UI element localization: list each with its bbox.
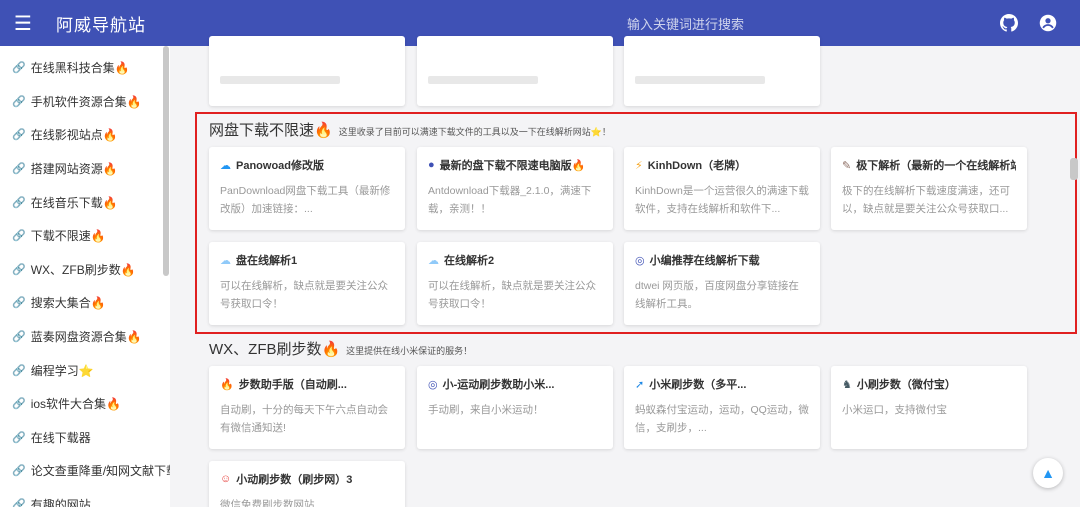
arrow-icon: ➚: [635, 378, 645, 391]
section-subtitle: 这里提供在线小米保证的服务！: [346, 346, 473, 356]
sidebar-item[interactable]: 🔗 搜索大集合🔥: [0, 286, 170, 320]
link-card[interactable]: ◎ 小-运动刷步数助小米... 手动刷，来自小米运动！: [417, 366, 613, 449]
link-card[interactable]: 🔥 步数助手版（自动刷... 自动刷，十分的每天下午六点自动会有微信通知送!: [209, 366, 405, 449]
smiley-icon: ☺: [220, 473, 232, 485]
link-icon: 🔗: [12, 499, 26, 507]
link-card[interactable]: [417, 36, 613, 106]
sidebar-item[interactable]: 🔗 在线音乐下载🔥: [0, 185, 170, 219]
card-title: 小动刷步数（刷步网）3: [236, 474, 353, 486]
card-title: 步数助手版（自动刷...: [238, 379, 347, 391]
sidebar-item-label: 在线黑科技合集🔥: [30, 61, 130, 76]
sidebar-item[interactable]: 🔗 在线影视站点🔥: [0, 118, 170, 152]
link-icon: 🔗: [12, 364, 26, 377]
chevron-up-icon: ▲: [1041, 465, 1055, 481]
sidebar-item-label: ios软件大合集🔥: [30, 397, 121, 412]
link-icon: 🔗: [12, 431, 26, 444]
link-card[interactable]: ➚ 小米刷步数（多平... 蚂蚁森付宝运动，运动，QQ运动，微信，支刷步，...: [624, 366, 820, 449]
link-icon: 🔗: [12, 129, 26, 142]
sidebar-scrollbar[interactable]: [163, 46, 169, 276]
sidebar-item[interactable]: 🔗 在线下载器: [0, 421, 170, 455]
link-icon: 🔗: [12, 196, 26, 209]
sidebar-item[interactable]: 🔗 蓝奏网盘资源合集🔥: [0, 320, 170, 354]
highlight-box: [195, 112, 1077, 334]
sidebar-item-label: 手机软件资源合集🔥: [30, 94, 142, 109]
sidebar-item-label: 在线下载器: [30, 430, 91, 445]
sidebar-item-label: 在线音乐下载🔥: [30, 195, 118, 210]
sidebar-item[interactable]: 🔗 在线黑科技合集🔥: [0, 51, 170, 85]
search-box[interactable]: [613, 10, 973, 38]
sidebar-item-label: 搭建网站资源🔥: [30, 162, 118, 177]
sidebar-item[interactable]: 🔗 搭建网站资源🔥: [0, 152, 170, 186]
sidebar-item-label: 蓝奏网盘资源合集🔥: [30, 330, 142, 345]
link-icon: 🔗: [12, 163, 26, 176]
sidebar-item[interactable]: 🔗 有趣的网站: [0, 488, 170, 507]
sidebar-item-label: 有趣的网站: [30, 498, 91, 507]
link-icon: 🔗: [12, 331, 26, 344]
sidebar-item[interactable]: 🔗 ios软件大合集🔥: [0, 387, 170, 421]
card-title: 小米刷步数（多平...: [649, 379, 747, 391]
menu-icon[interactable]: ☰: [0, 0, 46, 46]
site-title[interactable]: 阿威导航站: [56, 11, 146, 36]
card-desc: 自动刷，十分的每天下午六点自动会有微信通知送!: [220, 404, 388, 434]
github-icon[interactable]: [999, 13, 1019, 33]
link-card[interactable]: [209, 36, 405, 106]
link-icon: 🔗: [12, 62, 26, 75]
sidebar-item-label: 在线影视站点🔥: [30, 128, 118, 143]
card-desc: 手动刷，来自小米运动！: [428, 404, 544, 416]
link-card[interactable]: [624, 36, 820, 106]
link-card[interactable]: ☺ 小动刷步数（刷步网）3 微信免费刷步数网站: [209, 461, 405, 507]
card-desc: 蚂蚁森付宝运动，运动，QQ运动，微信，支刷步，...: [635, 404, 809, 434]
section-title-steps: WX、ZFB刷步数🔥 这里提供在线小米保证的服务！: [209, 338, 472, 359]
section-title-text: WX、ZFB刷步数🔥: [209, 341, 341, 358]
sidebar: 🔗 在线黑科技合集🔥 🔗 手机软件资源合集🔥 🔗 在线影视站点🔥 🔗 搭建网站资源🔥 🔗…: [0, 46, 170, 507]
target-icon: ◎: [428, 378, 438, 391]
sidebar-item-label: 编程学习⭐: [30, 363, 94, 378]
sidebar-item-label: 论文查重降重/知网文献下载: [30, 464, 170, 479]
link-card[interactable]: ♞ 小刷步数（微付宝） 小米运口，支持微付宝: [831, 366, 1027, 449]
sidebar-item[interactable]: 🔗 WX、ZFB刷步数🔥: [0, 253, 170, 287]
link-icon: 🔗: [12, 95, 26, 108]
link-icon: 🔗: [12, 230, 26, 243]
sidebar-item-label: WX、ZFB刷步数🔥: [30, 262, 136, 277]
page-scrollbar[interactable]: [1070, 158, 1078, 180]
sidebar-item-label: 搜索大集合🔥: [30, 296, 106, 311]
horse-icon: ♞: [842, 378, 852, 391]
sidebar-item[interactable]: 🔗 编程学习⭐: [0, 353, 170, 387]
account-icon[interactable]: [1038, 13, 1058, 33]
card-title: 小-运动刷步数助小米...: [442, 379, 555, 391]
link-icon: 🔗: [12, 263, 26, 276]
blurred-text: [428, 76, 538, 84]
back-to-top-button[interactable]: ▲: [1033, 458, 1063, 488]
sidebar-item[interactable]: 🔗 论文查重降重/知网文献下载: [0, 454, 170, 488]
search-input[interactable]: [613, 10, 973, 38]
link-icon: 🔗: [12, 465, 26, 478]
sidebar-item[interactable]: 🔗 下载不限速🔥: [0, 219, 170, 253]
blurred-text: [635, 76, 765, 84]
sidebar-item[interactable]: 🔗 手机软件资源合集🔥: [0, 85, 170, 119]
card-title: 小刷步数（微付宝）: [856, 379, 956, 391]
link-icon: 🔗: [12, 297, 26, 310]
card-desc: 小米运口，支持微付宝: [842, 404, 947, 416]
card-desc: 微信免费刷步数网站: [220, 499, 315, 507]
blurred-text: [220, 76, 340, 84]
fire-icon: 🔥: [220, 378, 234, 391]
link-icon: 🔗: [12, 398, 26, 411]
sidebar-item-label: 下载不限速🔥: [30, 229, 106, 244]
